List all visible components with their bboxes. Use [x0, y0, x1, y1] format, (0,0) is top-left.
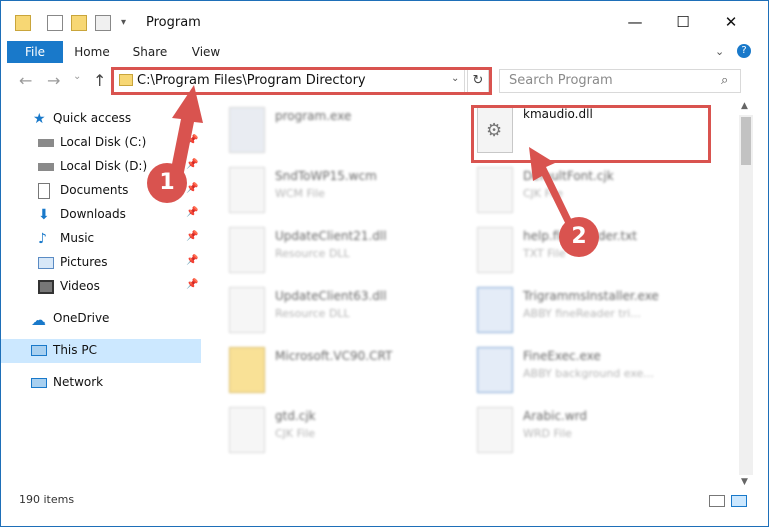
annotation-arrows: [169, 85, 576, 237]
large-icons-view-icon[interactable]: [731, 495, 747, 507]
details-view-icon[interactable]: [709, 495, 725, 507]
scrollbar-thumb[interactable]: [741, 117, 751, 165]
scroll-down-icon[interactable]: ▼: [741, 477, 748, 487]
vertical-scrollbar[interactable]: [739, 115, 753, 475]
scroll-up-icon[interactable]: ▲: [741, 101, 748, 111]
status-item-count: 190 items: [19, 493, 75, 506]
step-badge-2: 2: [559, 217, 599, 257]
step-badge-1: 1: [147, 163, 187, 203]
